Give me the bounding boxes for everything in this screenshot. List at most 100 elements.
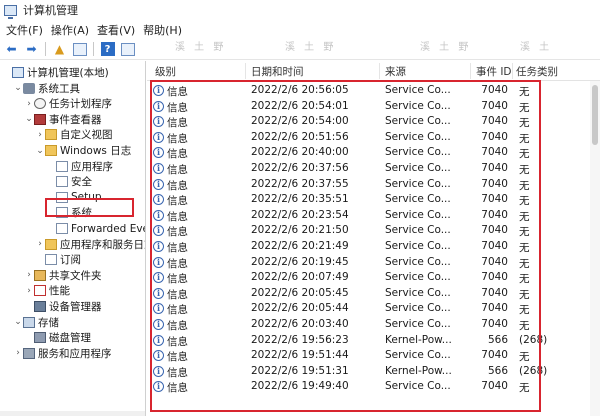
expand-toggle-icon[interactable]: ›: [24, 99, 34, 109]
menu-action[interactable]: 操作(A): [49, 22, 95, 38]
tree-node[interactable]: 安全: [46, 174, 92, 189]
tree-node[interactable]: 磁盘管理: [24, 330, 91, 345]
event-row[interactable]: i 信息 2022/2/6 20:05:45 Service Co... 7040 无: [147, 286, 600, 302]
storage-icon: [23, 316, 35, 328]
tree-node[interactable]: › 应用程序和服务日志: [35, 237, 145, 252]
tree-node[interactable]: ⌄ Windows 日志: [35, 143, 131, 158]
tree-node-label: 安全: [71, 176, 92, 189]
window-title: 计算机管理: [23, 4, 78, 17]
event-row[interactable]: i 信息 2022/2/6 20:40:00 Service Co... 7040 无: [147, 145, 600, 161]
title-bar: 计算机管理: [0, 0, 600, 20]
column-header-task-category[interactable]: 任务类别: [516, 64, 558, 79]
event-level: 信息: [167, 257, 188, 270]
tree-node-label: 任务计划程序: [49, 98, 112, 111]
tree-node[interactable]: ⌄ 事件查看器: [24, 112, 102, 127]
menu-file[interactable]: 文件(F): [4, 22, 49, 38]
expand-toggle-icon[interactable]: ›: [35, 130, 45, 140]
event-row[interactable]: i 信息 2022/2/6 20:56:05 Service Co... 7040 无: [147, 83, 600, 99]
log-icon: [56, 160, 68, 172]
event-row[interactable]: i 信息 2022/2/6 20:37:56 Service Co... 7040 无: [147, 161, 600, 177]
info-icon: i: [153, 147, 164, 159]
device-manager-icon: [34, 301, 46, 312]
event-task-category: 无: [519, 101, 530, 114]
scrollbar-thumb[interactable]: [592, 85, 598, 145]
event-task-category: 无: [519, 351, 530, 364]
back-arrow-icon[interactable]: ⬅: [3, 41, 20, 58]
tree-node[interactable]: 计算机管理(本地): [2, 65, 109, 80]
tree-node[interactable]: ⌄ 系统工具: [13, 81, 80, 96]
event-row[interactable]: i 信息 2022/2/6 19:56:23 Kernel-Pow... 566 (268…: [147, 333, 600, 349]
tree-node-label: Forwarded Eve: [71, 222, 146, 235]
properties-icon[interactable]: [119, 41, 136, 58]
event-level: 信息: [167, 195, 188, 208]
event-row[interactable]: i 信息 2022/2/6 20:23:54 Service Co... 7040 无: [147, 208, 600, 224]
tree-node[interactable]: Forwarded Eve: [46, 221, 146, 236]
expand-toggle-icon[interactable]: ›: [24, 286, 34, 296]
tree-node[interactable]: › 性能: [24, 283, 70, 298]
toolbar-separator: [93, 42, 94, 56]
event-datetime: 2022/2/6 20:21:49: [251, 240, 349, 252]
event-id: 7040: [481, 349, 508, 362]
menu-help[interactable]: 帮助(H): [141, 22, 188, 38]
column-header-level[interactable]: 级别: [155, 64, 176, 79]
event-row[interactable]: i 信息 2022/2/6 19:49:40 Service Co... 7040 无: [147, 379, 600, 395]
event-row[interactable]: i 信息 2022/2/6 20:21:49 Service Co... 7040 无: [147, 239, 600, 255]
event-id: 7040: [481, 380, 508, 393]
tree-node[interactable]: 应用程序: [46, 159, 113, 174]
event-datetime: 2022/2/6 19:56:23: [251, 333, 349, 346]
expand-toggle-icon[interactable]: ›: [24, 270, 34, 280]
info-icon: i: [153, 131, 164, 143]
event-row[interactable]: i 信息 2022/2/6 20:07:49 Service Co... 7040 无: [147, 270, 600, 286]
tree-node[interactable]: › 自定义视图: [35, 127, 113, 142]
info-icon: i: [153, 334, 164, 346]
tree-node[interactable]: › 服务和应用程序: [13, 346, 112, 361]
tree-horizontal-scrollbar[interactable]: [0, 411, 145, 416]
event-row[interactable]: i 信息 2022/2/6 20:35:51 Service Co... 7040 无: [147, 192, 600, 208]
column-header-event-id[interactable]: 事件 ID: [476, 64, 512, 79]
event-task-category: 无: [519, 86, 530, 98]
expand-toggle-icon[interactable]: ⌄: [13, 83, 23, 93]
tree-node-label: 存储: [38, 316, 59, 329]
tree-node[interactable]: › 共享文件夹: [24, 268, 102, 283]
disk-icon: [34, 332, 46, 344]
event-datetime: 2022/2/6 20:05:45: [251, 286, 349, 299]
event-row[interactable]: i 信息 2022/2/6 20:51:56 Service Co... 7040 无: [147, 130, 600, 146]
event-level: 信息: [167, 366, 188, 379]
shared-folder-icon: [34, 269, 46, 281]
folder-icon: [45, 145, 57, 156]
up-folder-icon[interactable]: ▲: [51, 41, 68, 58]
event-row[interactable]: i 信息 2022/2/6 19:51:44 Service Co... 7040 无: [147, 348, 600, 364]
column-header-datetime[interactable]: 日期和时间: [251, 64, 304, 79]
expand-toggle-icon[interactable]: ›: [35, 239, 45, 249]
event-datetime: 2022/2/6 19:51:31: [251, 364, 349, 377]
list-vertical-scrollbar[interactable]: [590, 81, 600, 416]
tree-node[interactable]: ⌄ 存储: [13, 315, 59, 330]
event-id: 7040: [481, 99, 508, 112]
event-row[interactable]: i 信息 2022/2/6 20:54:00 Service Co... 7040 无: [147, 114, 600, 130]
event-row[interactable]: i 信息 2022/2/6 19:51:31 Kernel-Pow... 566 (268…: [147, 364, 600, 380]
forward-arrow-icon[interactable]: ➡: [23, 41, 40, 58]
show-tree-icon[interactable]: [71, 41, 88, 58]
tree-node[interactable]: › 任务计划程序: [24, 96, 112, 111]
event-row[interactable]: i 信息 2022/2/6 20:54:01 Service Co... 7040 无: [147, 99, 600, 115]
event-row[interactable]: i 信息 2022/2/6 20:19:45 Service Co... 7040 无: [147, 255, 600, 271]
tree-node[interactable]: 订阅: [35, 252, 81, 267]
event-source: Service Co...: [385, 130, 451, 143]
column-header-source[interactable]: 来源: [385, 64, 406, 79]
tree-node[interactable]: 设备管理器: [24, 299, 102, 314]
event-datetime: 2022/2/6 20:23:54: [251, 208, 349, 221]
expand-toggle-icon[interactable]: ⌄: [35, 146, 45, 156]
event-row[interactable]: i 信息 2022/2/6 20:37:55 Service Co... 7040 无: [147, 177, 600, 193]
help-icon[interactable]: ?: [99, 41, 116, 58]
event-id: 7040: [481, 302, 508, 315]
event-level: 信息: [167, 164, 188, 176]
event-row[interactable]: i 信息 2022/2/6 20:03:40 Service Co... 7040 无: [147, 317, 600, 333]
expand-toggle-icon[interactable]: ⌄: [13, 317, 23, 327]
expand-toggle-icon[interactable]: ⌄: [24, 114, 34, 124]
event-row[interactable]: i 信息 2022/2/6 20:21:50 Service Co... 7040 无: [147, 223, 600, 239]
menu-view[interactable]: 查看(V): [95, 22, 141, 38]
event-source: Service Co...: [385, 349, 451, 362]
event-row[interactable]: i 信息 2022/2/6 20:05:44 Service Co... 7040 无: [147, 301, 600, 317]
event-datetime: 2022/2/6 20:54:00: [251, 115, 349, 128]
expand-toggle-icon[interactable]: ›: [13, 348, 23, 358]
